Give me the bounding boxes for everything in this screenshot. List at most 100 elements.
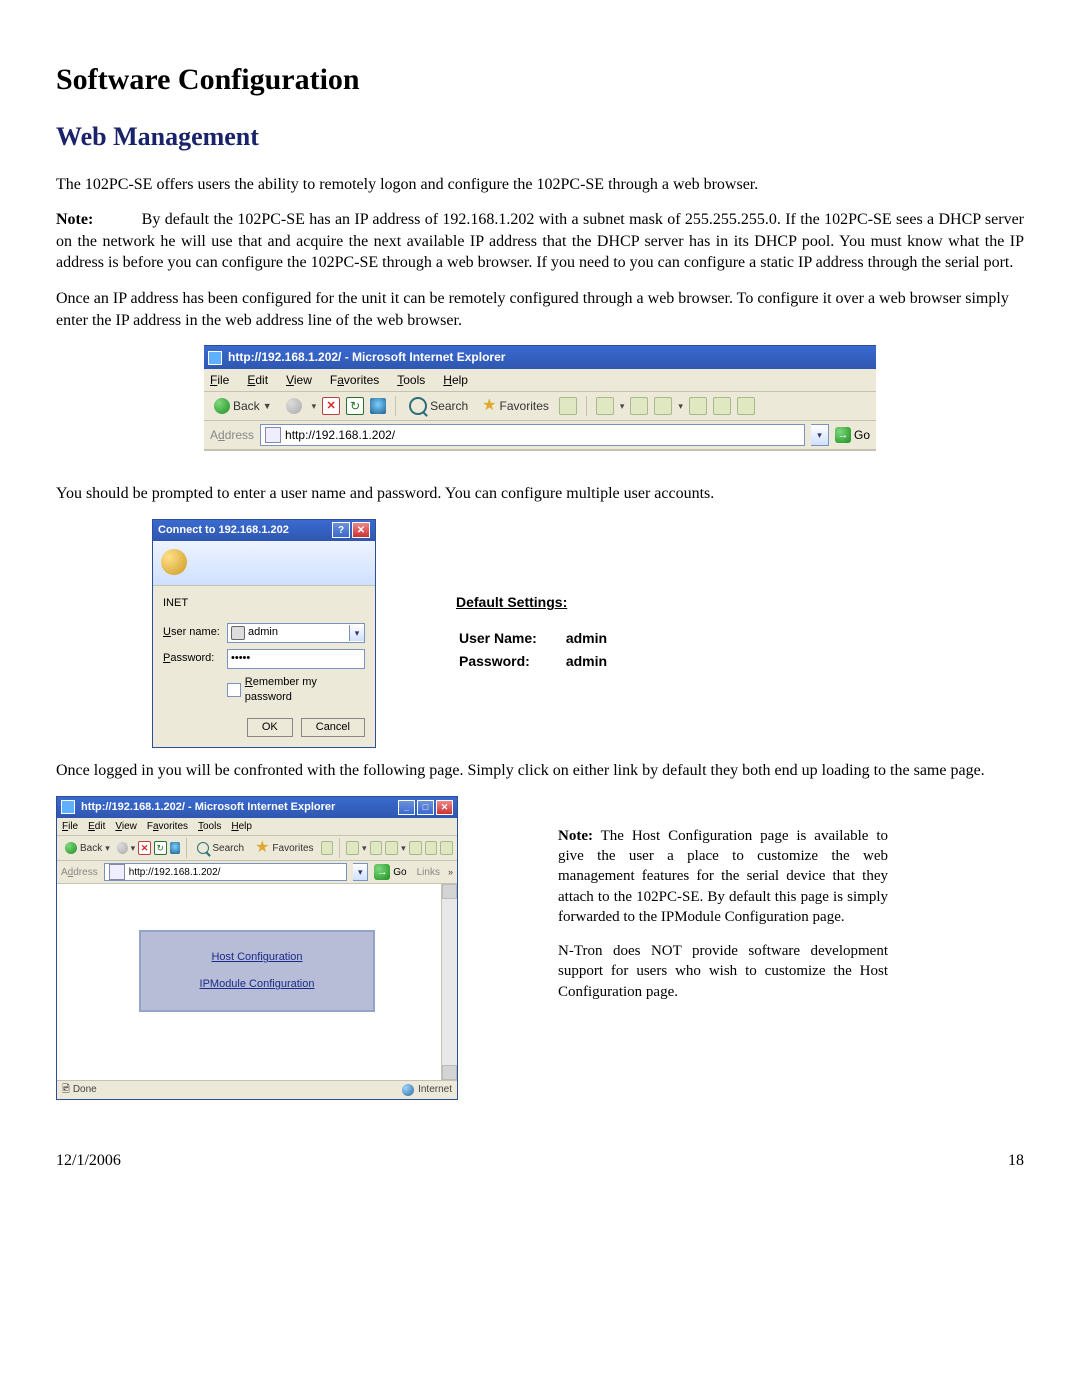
close-button[interactable]: ✕ [436,800,453,815]
footer-page-number: 18 [1008,1150,1024,1172]
star-icon: ★ [255,840,269,856]
refresh-button[interactable]: ↻ [346,397,364,415]
default-username-label: User Name: [458,628,563,649]
close-button[interactable]: ✕ [352,522,370,538]
mail-button[interactable] [346,841,359,855]
mail-button[interactable] [596,397,614,415]
ie-status-bar: 🖻 Done Internet [57,1080,457,1099]
back-icon [214,398,230,414]
menu-edit[interactable]: Edit [88,820,105,834]
user-icon [231,626,245,640]
ie-address-bar: Address http://192.168.1.202/ ▾ →Go [204,421,876,450]
history-button[interactable] [559,397,577,415]
history-button[interactable] [321,841,334,855]
ie-title-bar: http://192.168.1.202/ - Microsoft Intern… [57,797,457,818]
help-button[interactable]: ? [332,522,350,538]
default-password-value: admin [565,651,633,672]
login-realm: INET [163,596,365,611]
default-username-value: admin [565,628,633,649]
ie-title-text: http://192.168.1.202/ - Microsoft Intern… [81,800,335,815]
host-configuration-link[interactable]: Host Configuration [141,950,373,965]
menu-file[interactable]: File [62,820,78,834]
ie-address-bar: Address http://192.168.1.202/ ▾ →Go Link… [57,861,457,884]
ie-title-bar: http://192.168.1.202/ - Microsoft Intern… [204,346,876,369]
ipmodule-configuration-link[interactable]: IPModule Configuration [141,977,373,992]
home-button[interactable] [370,398,386,414]
print-button[interactable] [630,397,648,415]
ok-button[interactable]: OK [247,718,293,737]
toolbar-icon-2[interactable] [713,397,731,415]
toolbar-icon-2[interactable] [425,841,438,855]
address-dropdown[interactable]: ▾ [811,424,829,446]
password-label: Password: [163,651,221,666]
forward-button[interactable] [117,842,128,854]
menu-file[interactable]: File [210,372,229,388]
login-dialog: Connect to 192.168.1.202 ? ✕ INET User n… [152,519,376,748]
landing-link-box: Host Configuration IPModule Configuratio… [139,930,375,1012]
vertical-scrollbar[interactable] [441,884,457,1080]
menu-favorites[interactable]: Favorites [330,372,379,388]
refresh-button[interactable]: ↻ [154,841,167,855]
default-settings-block: Default Settings: User Name: admin Passw… [456,593,635,674]
menu-edit[interactable]: Edit [247,372,268,388]
home-button[interactable] [170,842,181,854]
footer-date: 12/1/2006 [56,1150,121,1172]
menu-view[interactable]: View [115,820,137,834]
dropdown-icon[interactable]: ▾ [349,625,364,641]
toolbar-icon-1[interactable] [409,841,422,855]
go-icon: → [374,864,390,880]
config-via-browser-paragraph: Once an IP address has been configured f… [56,288,1024,331]
minimize-button[interactable]: _ [398,800,415,815]
go-button[interactable]: →Go [835,427,870,443]
print-button[interactable] [370,841,383,855]
edit-button[interactable] [654,397,672,415]
ie-window-landing-page: http://192.168.1.202/ - Microsoft Intern… [56,796,458,1100]
back-button[interactable]: Back ▼ [210,397,276,415]
username-input[interactable]: admin ▾ [227,623,365,643]
after-login-paragraph: Once logged in you will be confronted wi… [56,760,1024,782]
ie-client-area: Host Configuration IPModule Configuratio… [57,884,457,1080]
menu-tools[interactable]: Tools [397,372,425,388]
toolbar-icon-3[interactable] [440,841,453,855]
menu-help[interactable]: Help [443,372,468,388]
toolbar-icon-3[interactable] [737,397,755,415]
maximize-button[interactable]: □ [417,800,434,815]
password-input[interactable]: ••••• [227,649,365,669]
favorites-button[interactable]: ★Favorites [478,397,553,415]
back-icon [65,842,77,854]
page-footer: 12/1/2006 18 [56,1150,1024,1172]
links-label[interactable]: Links [417,866,440,880]
ie-menu-bar: File Edit View Favorites Tools Help [57,818,457,837]
default-settings-header: Default Settings: [456,593,635,612]
stop-button[interactable]: ✕ [322,397,340,415]
search-button[interactable]: Search [193,841,248,857]
go-button[interactable]: →Go [374,864,406,880]
address-dropdown[interactable]: ▾ [353,863,368,881]
ie-app-icon [208,351,222,365]
note-lead: Note: [56,211,93,228]
menu-favorites[interactable]: Favorites [147,820,188,834]
ie-client-area [204,450,876,469]
address-input[interactable]: http://192.168.1.202/ [104,863,348,881]
go-icon: → [835,427,851,443]
cancel-button[interactable]: Cancel [301,718,365,737]
address-input[interactable]: http://192.168.1.202/ [260,424,805,446]
toolbar-icon-1[interactable] [689,397,707,415]
security-zone: Internet [402,1083,452,1097]
search-button[interactable]: Search [405,396,472,416]
address-label: Address [61,866,98,880]
forward-button[interactable] [282,397,306,415]
menu-help[interactable]: Help [231,820,252,834]
edit-button[interactable] [385,841,398,855]
ie-toolbar: Back ▼ ▾ ✕ ↻ Search ★Favorites ▾ ▾ [204,392,876,421]
dropdown-icon: ▼ [263,400,272,412]
menu-view[interactable]: View [286,372,312,388]
remember-checkbox[interactable] [227,683,241,697]
login-title-bar: Connect to 192.168.1.202 ? ✕ [153,520,375,541]
status-done: 🖻 Done [62,1083,97,1097]
back-button[interactable]: Back ▾ [61,841,114,857]
section-heading: Web Management [56,119,1024,154]
menu-tools[interactable]: Tools [198,820,221,834]
favorites-button[interactable]: ★Favorites [251,839,317,857]
stop-button[interactable]: ✕ [138,841,151,855]
